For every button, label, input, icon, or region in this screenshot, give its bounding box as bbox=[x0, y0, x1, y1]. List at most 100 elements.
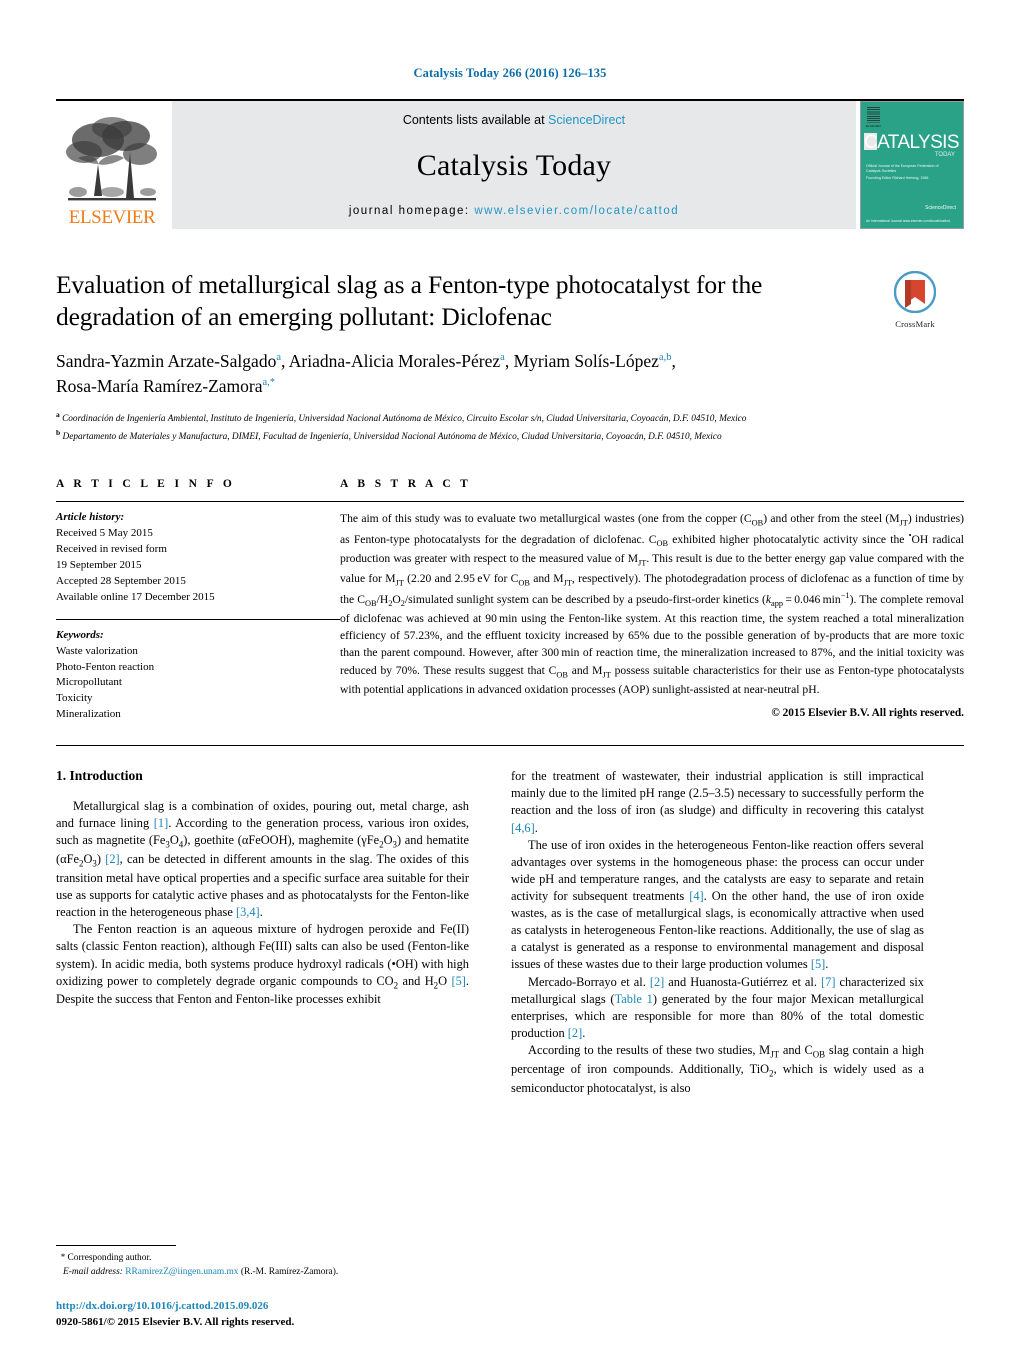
affiliation-b-text: Departamento de Materiales y Manufactura… bbox=[62, 432, 722, 443]
author-1: Sandra-Yazmin Arzate-Salgado bbox=[56, 351, 277, 372]
body-column-right: for the treatment of wastewater, their i… bbox=[511, 768, 924, 1096]
abstract-copyright: © 2015 Elsevier B.V. All rights reserved… bbox=[771, 707, 964, 720]
body-columns: 1. Introduction Metallurgical slag is a … bbox=[56, 768, 964, 1096]
author-2: Ariadna-Alicia Morales-Pérez bbox=[288, 351, 501, 372]
elsevier-logo: ELSEVIER bbox=[56, 101, 168, 229]
keyword-item: Micropollutant bbox=[56, 676, 122, 689]
citation-ref[interactable]: [5] bbox=[451, 974, 465, 988]
email-link[interactable]: RRamirezZ@iingen.unam.mx bbox=[125, 1267, 238, 1277]
asterisk-marker: * bbox=[60, 1251, 66, 1262]
citation-ref[interactable]: [2] bbox=[105, 852, 119, 866]
crossmark-badge[interactable]: CrossMark bbox=[866, 270, 964, 329]
affiliation-a: a Coordinación de Ingeniería Ambiental, … bbox=[56, 409, 964, 427]
journal-masthead: ELSEVIER Contents lists available at Sci… bbox=[56, 99, 964, 229]
keyword-item: Mineralization bbox=[56, 708, 121, 721]
history-item: Received in revised form bbox=[56, 542, 167, 555]
abstract-text: The aim of this study was to evaluate tw… bbox=[340, 512, 965, 697]
citation-ref[interactable]: [3,4] bbox=[236, 905, 260, 919]
crossmark-icon bbox=[893, 270, 937, 314]
intro-paragraph: for the treatment of wastewater, their i… bbox=[511, 769, 924, 835]
elsevier-tree-icon bbox=[66, 117, 157, 201]
citation-ref[interactable]: [4,6] bbox=[511, 821, 535, 835]
contents-prefix: Contents lists available at bbox=[402, 113, 549, 127]
history-item: Accepted 28 September 2015 bbox=[56, 574, 186, 587]
paper-page: Catalysis Today 266 (2016) 126–135 ELSEV… bbox=[0, 0, 1020, 1351]
crossmark-label: CrossMark bbox=[895, 319, 935, 329]
intro-paragraph: The use of iron oxides in the heterogene… bbox=[511, 837, 924, 972]
cover-title: CATALYSIS bbox=[864, 132, 960, 153]
journal-title: Catalysis Today bbox=[416, 149, 612, 182]
cover-sciencedirect: ScienceDirect bbox=[925, 205, 956, 211]
article-info-heading: A R T I C L E I N F O bbox=[56, 478, 236, 490]
abstract-rule bbox=[340, 501, 964, 502]
intro-paragraph: Metallurgical slag is a combination of o… bbox=[56, 799, 469, 920]
author-4: Rosa-María Ramírez-Zamora bbox=[56, 376, 263, 397]
corresponding-author-line: * Corresponding author. bbox=[56, 1251, 469, 1265]
intro-paragraph: Mercado-Borrayo et al. [2] and Huanosta-… bbox=[511, 974, 924, 1040]
author-list: Sandra-Yazmin Arzate-Salgadoa, Ariadna-A… bbox=[56, 351, 676, 397]
author-3: Myriam Solís-López bbox=[513, 351, 659, 372]
author-4-affil-marker[interactable]: a,* bbox=[263, 377, 276, 388]
cover-editors: Founding Editor Richard Hertzog, 1986 bbox=[866, 176, 929, 180]
affiliation-b-marker: b bbox=[56, 427, 61, 437]
section-title-introduction: 1. Introduction bbox=[56, 768, 143, 784]
cover-volume: TODAY bbox=[934, 152, 955, 158]
cover-footer: An International Journal www.elsevier.co… bbox=[866, 218, 950, 223]
footer-doi-block: http://dx.doi.org/10.1016/j.cattod.2015.… bbox=[56, 1299, 294, 1331]
cover-logo-caption: ELSEVIER bbox=[866, 124, 881, 128]
author-1-affil-marker[interactable]: a bbox=[276, 352, 281, 363]
keyword-item: Waste valorization bbox=[56, 644, 138, 657]
info-abstract-section: A R T I C L E I N F O Article history: R… bbox=[56, 478, 964, 723]
email-line: E-mail address: RRamirezZ@iingen.unam.mx… bbox=[56, 1265, 469, 1279]
article-history-label: Article history: bbox=[56, 511, 125, 523]
footnote-area: * Corresponding author. E-mail address: … bbox=[56, 1244, 469, 1279]
body-column-left: 1. Introduction Metallurgical slag is a … bbox=[56, 768, 469, 1096]
affiliation-a-text: Coordinación de Ingeniería Ambiental, In… bbox=[62, 414, 747, 425]
journal-homepage-line: journal homepage: www.elsevier.com/locat… bbox=[349, 205, 679, 217]
article-history-block: Article history: Received 5 May 2015 Rec… bbox=[56, 510, 340, 723]
keyword-item: Photo-Fenton reaction bbox=[56, 660, 155, 673]
contents-lists-line: Contents lists available at ScienceDirec… bbox=[403, 113, 625, 127]
citation-ref[interactable]: [1] bbox=[154, 816, 168, 830]
email-label: E-mail address: bbox=[63, 1266, 123, 1277]
corresponding-author-text: Corresponding author. bbox=[67, 1252, 152, 1263]
email-owner: (R.-M. Ramírez-Zamora). bbox=[240, 1266, 339, 1277]
intro-paragraph: The Fenton reaction is an aqueous mixtur… bbox=[56, 922, 469, 1007]
history-item: 19 September 2015 bbox=[56, 558, 142, 571]
cover-elsevier-icon bbox=[867, 107, 880, 123]
history-item: Received 5 May 2015 bbox=[56, 526, 153, 539]
affiliation-a-marker: a bbox=[56, 409, 60, 419]
keywords-rule bbox=[56, 618, 340, 620]
masthead-center: Contents lists available at ScienceDirec… bbox=[172, 101, 856, 229]
abstract-column: A B S T R A C T The aim of this study wa… bbox=[340, 478, 964, 723]
affiliations: a Coordinación de Ingeniería Ambiental, … bbox=[56, 409, 964, 445]
elsevier-wordmark: ELSEVIER bbox=[68, 207, 156, 228]
citation-ref[interactable]: [4] bbox=[689, 889, 703, 903]
citation-ref[interactable]: [5] bbox=[811, 957, 825, 971]
table-ref[interactable]: Table 1 bbox=[615, 992, 653, 1006]
issn-copyright: 0920-5861/© 2015 Elsevier B.V. All right… bbox=[56, 1316, 295, 1329]
homepage-url[interactable]: www.elsevier.com/locate/cattod bbox=[474, 205, 679, 217]
corresponding-author-note: * Corresponding author. E-mail address: … bbox=[56, 1251, 469, 1279]
homepage-prefix: journal homepage: bbox=[348, 205, 475, 217]
citation-ref[interactable]: [2] bbox=[568, 1026, 582, 1040]
title-area: Evaluation of metallurgical slag as a Fe… bbox=[56, 269, 964, 333]
running-head: Catalysis Today 266 (2016) 126–135 bbox=[413, 66, 607, 80]
sciencedirect-link[interactable]: ScienceDirect bbox=[548, 113, 625, 127]
abstract-heading: A B S T R A C T bbox=[340, 478, 472, 490]
journal-cover-thumbnail: ELSEVIER CATALYSIS TODAY Official Journa… bbox=[860, 101, 964, 229]
cover-subtitle: Official Journal of the European Federat… bbox=[866, 164, 939, 174]
history-item: Available online 17 December 2015 bbox=[56, 590, 215, 603]
footnote-rule bbox=[56, 1244, 176, 1246]
doi-link[interactable]: http://dx.doi.org/10.1016/j.cattod.2015.… bbox=[56, 1299, 294, 1315]
body-separator-rule bbox=[56, 745, 964, 747]
citation-ref[interactable]: [7] bbox=[821, 975, 835, 989]
keywords-label: Keywords: bbox=[56, 628, 104, 641]
citation-ref[interactable]: [2] bbox=[650, 975, 664, 989]
author-3-affil-marker[interactable]: a,b bbox=[659, 352, 672, 363]
intro-paragraph: According to the results of these two st… bbox=[511, 1043, 924, 1095]
author-2-affil-marker[interactable]: a bbox=[500, 352, 505, 363]
keyword-item: Toxicity bbox=[56, 692, 93, 705]
page-title: Evaluation of metallurgical slag as a Fe… bbox=[56, 270, 763, 332]
article-info-column: A R T I C L E I N F O Article history: R… bbox=[56, 478, 340, 723]
